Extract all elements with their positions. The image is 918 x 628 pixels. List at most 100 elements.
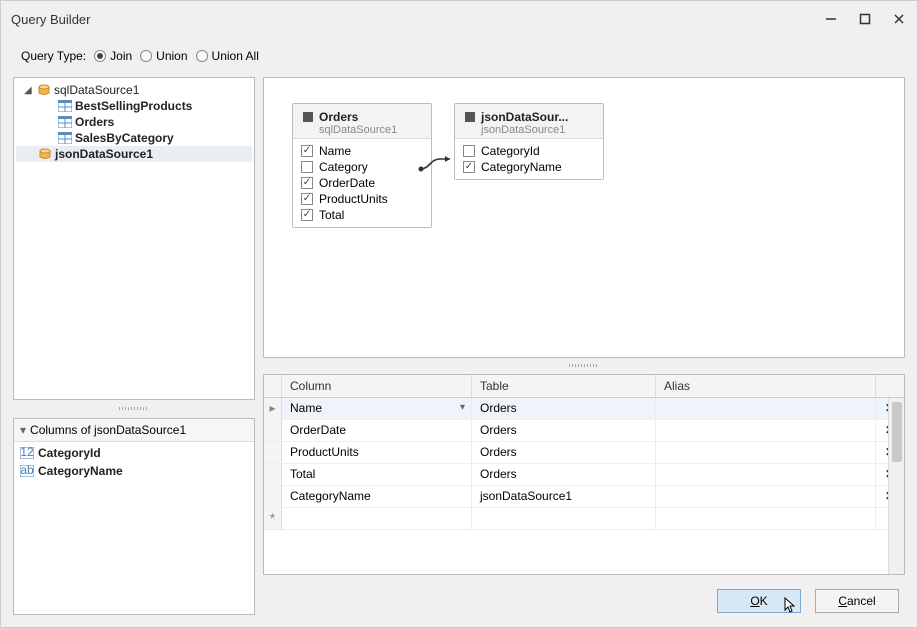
window-title: Query Builder [11, 12, 823, 27]
field-category[interactable]: Category [299, 159, 425, 175]
radio-dot-icon [140, 50, 152, 62]
field-productunits[interactable]: ProductUnits [299, 191, 425, 207]
checkbox-icon[interactable] [301, 161, 313, 173]
str-column-icon: ab [20, 465, 34, 477]
grid-row[interactable]: Total Orders ✕ [264, 464, 904, 486]
design-canvas[interactable]: Orders sqlDataSource1 Name Category Orde… [263, 77, 905, 358]
tree-node-sqldatasource1[interactable]: ◢ sqlDataSource1 [16, 82, 252, 98]
join-connector[interactable] [418, 153, 458, 177]
cell-column[interactable]: CategoryName [282, 486, 472, 507]
row-indicator [264, 464, 282, 485]
row-indicator [264, 486, 282, 507]
grid-row[interactable]: ProductUnits Orders ✕ [264, 442, 904, 464]
close-button[interactable] [891, 11, 907, 27]
cell-column[interactable]: Name▾ [282, 398, 472, 419]
radio-dot-icon [196, 50, 208, 62]
cell-table[interactable]: Orders [472, 442, 656, 463]
field-name[interactable]: Name [299, 143, 425, 159]
datasource-icon [38, 148, 52, 160]
cell-column[interactable]: Total [282, 464, 472, 485]
cell-table[interactable]: Orders [472, 464, 656, 485]
field-total[interactable]: Total [299, 207, 425, 223]
header-alias[interactable]: Alias [656, 375, 876, 397]
table-box-orders[interactable]: Orders sqlDataSource1 Name Category Orde… [292, 103, 432, 228]
tree-label: sqlDataSource1 [54, 83, 139, 97]
checkbox-icon[interactable] [301, 177, 313, 189]
grid-row[interactable]: OrderDate Orders ✕ [264, 420, 904, 442]
box-header[interactable]: jsonDataSour... jsonDataSource1 [455, 104, 603, 138]
tree-label: jsonDataSource1 [55, 147, 153, 161]
row-indicator-header [264, 375, 282, 397]
collapse-icon[interactable]: ▾ [20, 423, 26, 437]
cancel-button[interactable]: Cancel [815, 589, 899, 613]
expand-icon[interactable]: ◢ [24, 85, 34, 96]
cell-column[interactable]: OrderDate [282, 420, 472, 441]
column-label: CategoryId [38, 446, 101, 460]
box-fields: Name Category OrderDate ProductUnits Tot… [293, 138, 431, 227]
checkbox-icon[interactable] [463, 145, 475, 157]
window-controls [823, 11, 907, 27]
box-fields: CategoryId CategoryName [455, 138, 603, 179]
cell-alias[interactable] [656, 442, 876, 463]
grid-body: ▸ Name▾ Orders ✕ OrderDate Orders ✕ [264, 398, 904, 574]
checkbox-icon[interactable] [463, 161, 475, 173]
vertical-scrollbar[interactable] [888, 398, 904, 574]
grid-new-row[interactable]: * [264, 508, 904, 530]
cell-alias[interactable] [656, 464, 876, 485]
cell-alias[interactable] [656, 420, 876, 441]
column-item-categoryid[interactable]: 12 CategoryId [16, 444, 252, 462]
header-column[interactable]: Column [282, 375, 472, 397]
checkbox-icon[interactable] [301, 145, 313, 157]
cell-table[interactable]: jsonDataSource1 [472, 486, 656, 507]
grid-row[interactable]: ▸ Name▾ Orders ✕ [264, 398, 904, 420]
cell-table[interactable]: Orders [472, 420, 656, 441]
table-box-jsondatasource[interactable]: jsonDataSour... jsonDataSource1 Category… [454, 103, 604, 180]
maximize-button[interactable] [857, 11, 873, 27]
grid-header: Column Table Alias [264, 375, 904, 398]
radio-dot-icon [94, 50, 106, 62]
output-grid[interactable]: Column Table Alias ▸ Name▾ Orders ✕ [263, 374, 905, 575]
cell-table[interactable] [472, 508, 656, 529]
int-column-icon: 12 [20, 447, 34, 459]
tree-node-jsondatasource1[interactable]: jsonDataSource1 [16, 146, 252, 162]
radio-join[interactable]: Join [94, 49, 132, 63]
columns-panel-header[interactable]: ▾ Columns of jsonDataSource1 [14, 419, 254, 442]
tree-label: Orders [75, 115, 114, 129]
horizontal-splitter[interactable] [13, 406, 255, 412]
column-item-categoryname[interactable]: ab CategoryName [16, 462, 252, 480]
field-categoryname[interactable]: CategoryName [461, 159, 597, 175]
tree-node-bestsellingproducts[interactable]: BestSellingProducts [16, 98, 252, 114]
cell-column[interactable] [282, 508, 472, 529]
right-column: Orders sqlDataSource1 Name Category Orde… [263, 77, 905, 615]
header-table[interactable]: Table [472, 375, 656, 397]
cell-alias[interactable] [656, 508, 876, 529]
chevron-down-icon[interactable]: ▾ [460, 402, 465, 413]
tree-node-salesbycategory[interactable]: SalesByCategory [16, 130, 252, 146]
cell-alias[interactable] [656, 398, 876, 419]
header-remove [876, 375, 904, 397]
row-indicator: ▸ [264, 398, 282, 419]
columns-panel: ▾ Columns of jsonDataSource1 12 Category… [13, 418, 255, 615]
checkbox-icon[interactable] [301, 193, 313, 205]
field-categoryid[interactable]: CategoryId [461, 143, 597, 159]
datasource-tree[interactable]: ◢ sqlDataSource1 BestSellingProducts Ord… [13, 77, 255, 400]
radio-union[interactable]: Union [140, 49, 187, 63]
cell-column[interactable]: ProductUnits [282, 442, 472, 463]
radio-union-all[interactable]: Union All [196, 49, 259, 63]
checkbox-icon[interactable] [301, 209, 313, 221]
horizontal-splitter[interactable] [263, 362, 905, 370]
ok-button[interactable]: OK [717, 589, 801, 613]
grid-row[interactable]: CategoryName jsonDataSource1 ✕ [264, 486, 904, 508]
row-indicator: * [264, 508, 282, 529]
cell-alias[interactable] [656, 486, 876, 507]
field-orderdate[interactable]: OrderDate [299, 175, 425, 191]
cell-table[interactable]: Orders [472, 398, 656, 419]
row-indicator [264, 420, 282, 441]
scrollbar-thumb[interactable] [892, 402, 902, 462]
query-type-row: Query Type: Join Union Union All [13, 45, 905, 71]
box-header[interactable]: Orders sqlDataSource1 [293, 104, 431, 138]
main-row: ◢ sqlDataSource1 BestSellingProducts Ord… [13, 77, 905, 615]
tree-node-orders[interactable]: Orders [16, 114, 252, 130]
minimize-button[interactable] [823, 11, 839, 27]
column-label: CategoryName [38, 464, 123, 478]
